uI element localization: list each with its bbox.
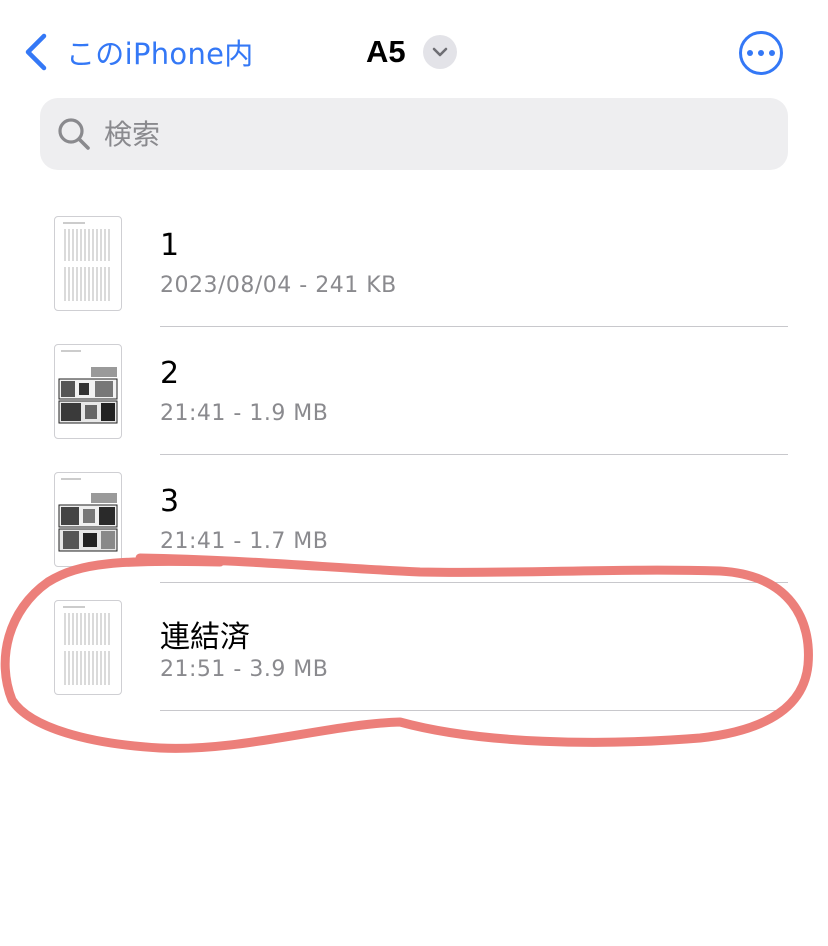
more-icon-dot [747, 50, 753, 56]
file-row[interactable]: 1 2023/08/04 - 241 KB [0, 199, 828, 327]
more-button[interactable] [739, 31, 783, 75]
chevron-left-icon [22, 28, 50, 76]
file-meta: 2023/08/04 - 241 KB [160, 273, 397, 298]
file-meta: 21:51 - 3.9 MB [160, 657, 329, 682]
more-icon-dot [758, 50, 764, 56]
file-list: 1 2023/08/04 - 241 KB 2 21:41 - 1.9 MB 3… [0, 199, 828, 711]
search-icon [56, 116, 92, 152]
file-name: 連結済 [160, 620, 250, 655]
file-row[interactable]: 3 21:41 - 1.7 MB [0, 455, 828, 583]
document-thumbnail [54, 472, 122, 567]
row-divider [160, 710, 788, 711]
chevron-down-icon[interactable] [422, 35, 457, 69]
file-meta: 21:41 - 1.7 MB [160, 529, 329, 554]
more-icon-dot [769, 50, 775, 56]
back-label: このiPhone内 [66, 37, 254, 71]
file-row[interactable]: 2 21:41 - 1.9 MB [0, 327, 828, 455]
title-group[interactable]: A5 [366, 28, 457, 76]
search-bar[interactable] [40, 98, 788, 170]
file-name: 1 [160, 228, 180, 263]
search-input[interactable] [102, 116, 706, 152]
document-thumbnail [54, 344, 122, 439]
file-row[interactable]: 連結済 21:51 - 3.9 MB [0, 583, 828, 711]
file-meta: 21:41 - 1.9 MB [160, 401, 329, 426]
file-name: 3 [160, 484, 180, 519]
back-button[interactable]: このiPhone内 [22, 28, 254, 76]
file-name: 2 [160, 356, 180, 391]
page-title: A5 [366, 34, 406, 69]
document-thumbnail [54, 216, 122, 311]
document-thumbnail [54, 600, 122, 695]
